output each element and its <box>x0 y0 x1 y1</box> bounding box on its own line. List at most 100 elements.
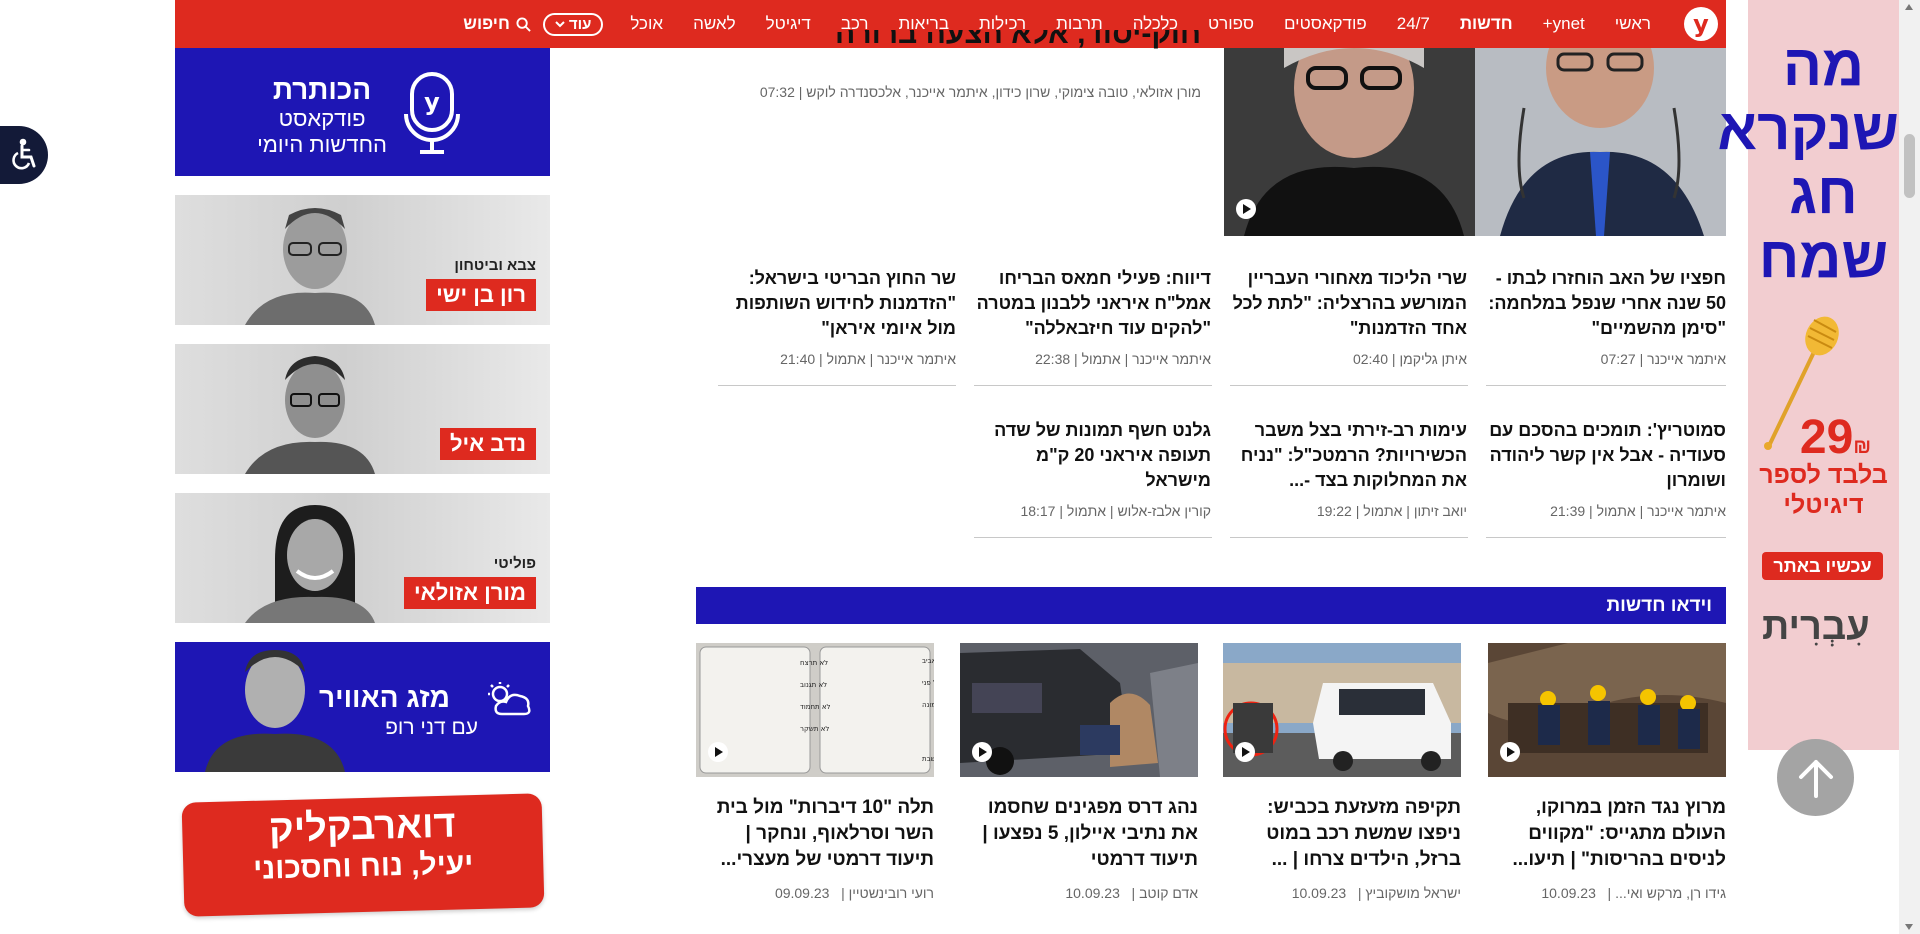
nav-item-home[interactable]: ראשי <box>1600 14 1666 34</box>
ivrit-ad-banner[interactable]: מה שנקרא חג שמח 29₪ בלבד לספר דיגיטלי עכ… <box>1718 0 1899 750</box>
back-to-top-button[interactable] <box>1777 739 1854 816</box>
article-card[interactable]: שר החוץ הבריטי בישראל: "הזדמנות לחידוש ה… <box>718 266 956 367</box>
accessibility-button[interactable] <box>0 126 48 184</box>
article-card[interactable]: שרי הליכוד מאחורי העבריין המורשע בהרצליה… <box>1229 266 1467 367</box>
video-date: 10.09.23 <box>1541 885 1596 901</box>
lead-article-authors: מורן אזולאי, טובה צימוקי, שרון כידון, אי… <box>759 84 1201 100</box>
article-card[interactable]: סמוטריץ': תומכים בהסכם עם סעודיה - אבל א… <box>1488 418 1726 519</box>
nav-item-podcasts[interactable]: פודקאסטים <box>1269 14 1382 34</box>
article-author: יואב זיתון | אתמול <box>1363 503 1467 519</box>
columnist-name: מורן אזולאי <box>404 577 536 609</box>
article-author: איתמר אייכנר | אתמול <box>1081 351 1211 367</box>
article-title: שרי הליכוד מאחורי העבריין המורשע בהרצליה… <box>1232 268 1467 338</box>
divider <box>1230 537 1468 538</box>
ad-currency: ₪ <box>1853 436 1871 458</box>
article-time: 18:17 <box>1020 503 1056 519</box>
nav-item-ynet-plus[interactable]: ynet+ <box>1528 14 1600 34</box>
nav-item-24-7[interactable]: 24/7 <box>1382 14 1445 34</box>
article-time: 21:40 <box>780 351 816 367</box>
scroll-down-arrow-icon[interactable] <box>1905 924 1913 930</box>
nav-search-button[interactable]: חיפוש <box>463 14 531 34</box>
page-scrollbar[interactable] <box>1899 0 1920 934</box>
article-card[interactable]: עימות רב-זירתי בצל משבר הכשירויות? הרמטכ… <box>1229 418 1467 519</box>
podcast-text: הכותרת פודקאסט החדשות היומי <box>257 74 387 158</box>
video-title: נהג דרס מפגינים שחסמו את נתיבי איילון, 5… <box>982 797 1198 870</box>
video-thumbnail-image <box>1223 643 1461 777</box>
columnist-category: צבא וביטחון <box>454 257 536 274</box>
video-author: ישראל מושקוביץ <box>1365 885 1461 901</box>
sign-line: לא תגנוב <box>800 681 827 689</box>
article-card[interactable]: גלנט חשף תמונות של שדה תעופה איראני 20 ק… <box>973 418 1211 519</box>
divider <box>1486 537 1726 538</box>
columnist-banner-moran-azulay[interactable]: פוליטי מורן אזולאי <box>175 493 550 623</box>
lead-article-image[interactable] <box>1224 48 1726 236</box>
arrow-up-icon <box>1798 759 1833 798</box>
article-meta: יואב זיתון | אתמול | 19:22 <box>1316 503 1467 519</box>
video-date: 10.09.23 <box>1065 885 1120 901</box>
nav-item-sport[interactable]: ספורט <box>1193 14 1269 34</box>
search-icon <box>516 16 531 32</box>
ad-price-value: 29 <box>1799 411 1854 464</box>
sign-line: לא תחמוד <box>800 703 831 711</box>
video-date: 10.09.23 <box>1291 885 1347 901</box>
video-card[interactable]: לא תרצח לא תגנוב לא תחמוד לא תשקר אנוכי … <box>696 643 934 901</box>
article-time: 21:39 <box>1550 503 1586 519</box>
article-meta: איתמר אייכנר | 07:27 <box>1600 351 1726 367</box>
article-title: דיווח: פעילי חמאס הבריחו אמל"ח איראני לל… <box>976 268 1211 338</box>
video-thumbnail[interactable] <box>960 643 1198 777</box>
lead-article-photo <box>1224 48 1726 236</box>
doar-beclick-banner[interactable]: דוארבקליק יעיל, נוח וחסכוני <box>181 793 545 917</box>
article-meta: קורין אלבז-אלוש | אתמול | 18:17 <box>1020 503 1211 519</box>
sign-line: לא יהיה לך משך אחד על פני <box>922 679 934 687</box>
weather-banner[interactable]: מזג האוויר עם דני רופ <box>175 642 550 772</box>
article-title: גלנט חשף תמונות של שדה תעופה איראני 20 ק… <box>994 420 1211 490</box>
divider <box>1230 385 1468 386</box>
play-icon <box>708 742 728 762</box>
scrollbar-thumb[interactable] <box>1904 134 1915 198</box>
video-meta: ישראל מושקוביץ | 10.09.23 <box>1291 885 1461 901</box>
video-card[interactable]: מרוץ נגד הזמן במרוקו, העולם מתגייס: "מקו… <box>1488 643 1726 901</box>
video-author: רועי רובינשטיין <box>848 885 934 901</box>
podcast-title: הכותרת <box>272 74 372 105</box>
play-icon <box>1236 199 1256 219</box>
ad-cta-button[interactable]: עכשיו באתר <box>1762 552 1883 580</box>
play-icon <box>972 742 992 762</box>
scroll-up-arrow-icon[interactable] <box>1905 4 1913 10</box>
video-thumbnail[interactable] <box>1488 643 1726 777</box>
nav-item-food[interactable]: אוכל <box>615 14 678 34</box>
article-card[interactable]: דיווח: פעילי חמאס הבריחו אמל"ח איראני לל… <box>973 266 1211 367</box>
ad-price: 29₪ <box>1800 410 1871 465</box>
columnist-banner-ron-ben-yishai[interactable]: צבא וביטחון רון בן ישי <box>175 195 550 325</box>
ad-subtitle: בלבד לספר דיגיטלי <box>1759 461 1888 519</box>
article-card[interactable]: חפציו של האב הוחזרו לבתו - 50 שנה אחרי ש… <box>1488 266 1726 367</box>
microphone-icon: y <box>404 72 460 154</box>
podcast-line2: פודקאסט <box>278 106 366 131</box>
ynet-logo[interactable]: y <box>1684 7 1718 41</box>
video-date: 09.09.23 <box>774 885 830 901</box>
sidebar: הכותרת פודקאסט החדשות היומי y צבא וביטחו… <box>175 48 550 917</box>
columnist-category: פוליטי <box>493 555 536 572</box>
sign-line: אנוכי הצמון חייך, תל אביב <box>922 657 934 665</box>
columnist-photo <box>245 356 375 474</box>
video-card[interactable]: תקיפה מזעזעת בכביש: ניפצו שמשת רכב במוט … <box>1223 643 1461 901</box>
lead-article-title[interactable]: חוק-יסוד, אלא הצעה ברורה <box>700 30 1201 62</box>
nav-more-button[interactable]: עוד <box>542 12 604 36</box>
video-news-section-header[interactable]: וידאו חדשות <box>696 587 1726 624</box>
sign-line: לא תשקר <box>800 725 829 733</box>
chevron-down-icon <box>555 20 565 27</box>
divider <box>1486 385 1726 386</box>
video-thumbnail[interactable] <box>1223 643 1461 777</box>
video-meta: אדם קוטב | 10.09.23 <box>1065 885 1198 901</box>
video-thumbnail[interactable]: לא תרצח לא תגנוב לא תחמוד לא תשקר אנוכי … <box>696 643 934 777</box>
nav-search-label: חיפוש <box>463 14 510 33</box>
divider <box>718 385 956 386</box>
divider <box>974 537 1212 538</box>
weather-title: מזג האוויר <box>319 682 450 713</box>
video-card[interactable]: נהג דרס מפגינים שחסמו את נתיבי איילון, 5… <box>960 643 1198 901</box>
nav-item-news[interactable]: חדשות <box>1445 14 1528 34</box>
wheelchair-icon <box>12 138 36 170</box>
page: { "nav": { "logo": "y", "items": ["ראשי"… <box>0 0 1920 934</box>
columnist-banner-nadav-eyal[interactable]: נדב איל <box>175 344 550 474</box>
sign-line: לא תרצח <box>800 659 828 667</box>
podcast-banner[interactable]: הכותרת פודקאסט החדשות היומי y <box>175 48 550 176</box>
